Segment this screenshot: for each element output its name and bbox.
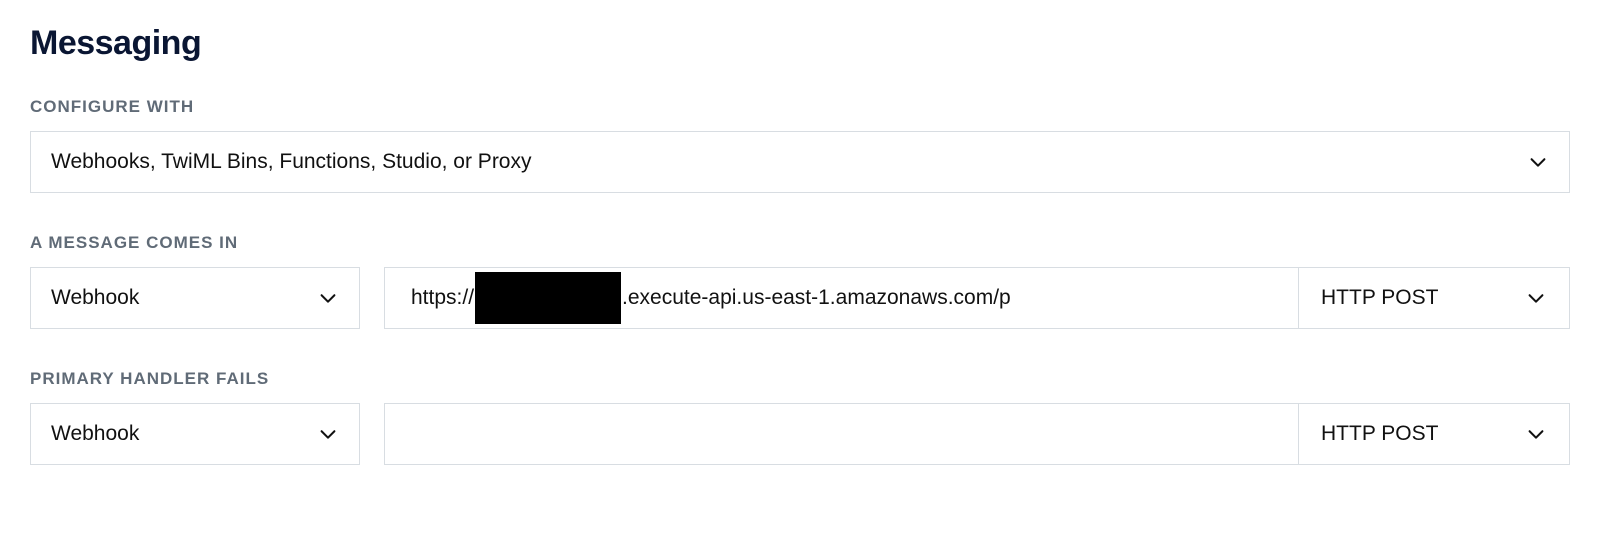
- message-handler-select[interactable]: Webhook: [30, 267, 360, 329]
- fallback-method-select[interactable]: HTTP POST: [1298, 403, 1570, 465]
- fallback-handler-select[interactable]: Webhook: [30, 403, 360, 465]
- configure-with-select[interactable]: Webhooks, TwiML Bins, Functions, Studio,…: [30, 131, 1570, 193]
- message-comes-in-label: A MESSAGE COMES IN: [30, 233, 1570, 253]
- chevron-down-icon: [1527, 151, 1549, 173]
- section-title: Messaging: [30, 24, 1570, 63]
- message-url-prefix: https://: [411, 286, 474, 310]
- chevron-down-icon: [317, 423, 339, 445]
- fallback-handler-value: Webhook: [51, 422, 139, 446]
- fallback-method-value: HTTP POST: [1321, 422, 1438, 446]
- configure-with-label: CONFIGURE WITH: [30, 97, 1570, 117]
- primary-handler-fails-label: PRIMARY HANDLER FAILS: [30, 369, 1570, 389]
- message-url-input[interactable]: https:// .execute-api.us-east-1.amazonaws…: [384, 267, 1298, 329]
- message-url-suffix: .execute-api.us-east-1.amazonaws.com/p: [622, 286, 1011, 310]
- chevron-down-icon: [1525, 423, 1547, 445]
- chevron-down-icon: [1525, 287, 1547, 309]
- message-handler-value: Webhook: [51, 286, 139, 310]
- fallback-url-input[interactable]: [384, 403, 1298, 465]
- redacted-block: [475, 272, 621, 324]
- message-method-select[interactable]: HTTP POST: [1298, 267, 1570, 329]
- configure-with-value: Webhooks, TwiML Bins, Functions, Studio,…: [51, 150, 532, 174]
- message-method-value: HTTP POST: [1321, 286, 1438, 310]
- chevron-down-icon: [317, 287, 339, 309]
